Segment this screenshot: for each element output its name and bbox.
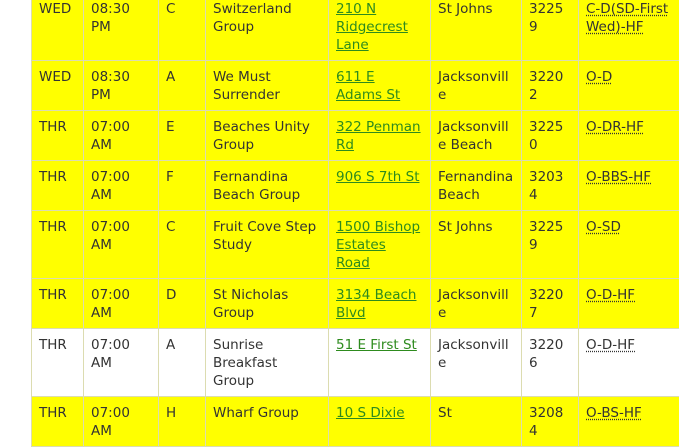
type-cell: E: [159, 111, 206, 161]
codes-cell: O-BS-HF: [579, 397, 679, 447]
zip-cell: 32207: [522, 279, 579, 329]
time-cell: 07:00 AM: [84, 329, 159, 397]
codes-cell: O-D: [579, 61, 679, 111]
group-name-cell: Switzerland Group: [206, 0, 329, 61]
address-link[interactable]: 210 N Ridgecrest Lane: [336, 1, 408, 53]
city-cell: Jacksonville: [431, 329, 522, 397]
time-cell: 07:00 AM: [84, 111, 159, 161]
meeting-row: WED08:30 PMCSwitzerland Group210 N Ridge…: [32, 0, 679, 61]
meeting-table: WED08:30 PMCSwitzerland Group210 N Ridge…: [31, 0, 679, 447]
meeting-table-container: WED08:30 PMCSwitzerland Group210 N Ridge…: [31, 0, 679, 447]
meeting-codes[interactable]: O-D: [586, 69, 612, 85]
time-cell: 08:30 PM: [84, 61, 159, 111]
time-cell: 07:00 AM: [84, 279, 159, 329]
meeting-codes[interactable]: O-D-HF: [586, 337, 635, 353]
day-cell: THR: [32, 211, 84, 279]
meeting-row: THR07:00 AMFFernandina Beach Group 906 S …: [32, 161, 679, 211]
meeting-codes[interactable]: O-BBS-HF: [586, 169, 651, 185]
codes-cell: C-D(SD-First Wed)-HF: [579, 0, 679, 61]
meeting-codes[interactable]: O-SD: [586, 219, 621, 235]
address-cell: 1500 Bishop Estates Road: [329, 211, 431, 279]
address-link[interactable]: 3134 Beach Blvd: [336, 287, 416, 321]
zip-cell: 32034: [522, 161, 579, 211]
group-name-cell: Fruit Cove Step Study: [206, 211, 329, 279]
address-link[interactable]: 1500 Bishop Estates Road: [336, 219, 420, 271]
codes-cell: O-DR-HF: [579, 111, 679, 161]
zip-cell: 32259: [522, 211, 579, 279]
day-cell: WED: [32, 61, 84, 111]
type-cell: A: [159, 61, 206, 111]
address-cell: 210 N Ridgecrest Lane: [329, 0, 431, 61]
city-cell: Jacksonville: [431, 61, 522, 111]
group-name-cell: Wharf Group: [206, 397, 329, 447]
address-link[interactable]: 51 E First St: [336, 337, 417, 353]
address-link[interactable]: 322 Penman Rd: [336, 119, 421, 153]
city-cell: St Johns: [431, 211, 522, 279]
city-cell: Fernandina Beach: [431, 161, 522, 211]
day-cell: WED: [32, 0, 84, 61]
city-cell: Jacksonville: [431, 279, 522, 329]
group-name-cell: We Must Surrender: [206, 61, 329, 111]
group-name-cell: Sunrise Breakfast Group: [206, 329, 329, 397]
day-cell: THR: [32, 111, 84, 161]
zip-cell: 32250: [522, 111, 579, 161]
group-name-cell: Beaches Unity Group: [206, 111, 329, 161]
zip-cell: 32084: [522, 397, 579, 447]
zip-cell: 32259: [522, 0, 579, 61]
type-cell: C: [159, 211, 206, 279]
address-cell: 3134 Beach Blvd: [329, 279, 431, 329]
day-cell: THR: [32, 279, 84, 329]
meeting-codes[interactable]: O-DR-HF: [586, 119, 644, 135]
day-cell: THR: [32, 397, 84, 447]
meeting-codes[interactable]: C-D(SD-First Wed)-HF: [586, 1, 668, 35]
group-name-cell: Fernandina Beach Group: [206, 161, 329, 211]
codes-cell: O-BBS-HF: [579, 161, 679, 211]
city-cell: Jacksonville Beach: [431, 111, 522, 161]
time-cell: 07:00 AM: [84, 211, 159, 279]
type-cell: D: [159, 279, 206, 329]
day-cell: THR: [32, 161, 84, 211]
zip-cell: 32206: [522, 329, 579, 397]
type-cell: H: [159, 397, 206, 447]
meeting-row: THR07:00 AMASunrise Breakfast Group 51 E …: [32, 329, 679, 397]
meeting-row: THR07:00 AMDSt Nicholas Group3134 Beach …: [32, 279, 679, 329]
city-cell: St Johns: [431, 0, 522, 61]
codes-cell: O-SD: [579, 211, 679, 279]
group-name-cell: St Nicholas Group: [206, 279, 329, 329]
meeting-codes[interactable]: O-D-HF: [586, 287, 635, 303]
city-cell: St: [431, 397, 522, 447]
address-cell: 322 Penman Rd: [329, 111, 431, 161]
time-cell: 08:30 PM: [84, 0, 159, 61]
meeting-row: THR07:00 AMHWharf Group 10 S Dixie St32084…: [32, 397, 679, 447]
codes-cell: O-D-HF: [579, 279, 679, 329]
meeting-codes[interactable]: O-BS-HF: [586, 405, 642, 421]
address-link[interactable]: 906 S 7th St: [336, 169, 420, 185]
meeting-row: THR07:00 AMCFruit Cove Step Study1500 Bi…: [32, 211, 679, 279]
type-cell: A: [159, 329, 206, 397]
meeting-row: WED08:30 PMAWe Must Surrender611 E Adams…: [32, 61, 679, 111]
time-cell: 07:00 AM: [84, 161, 159, 211]
meeting-row: THR07:00 AMEBeaches Unity Group322 Penma…: [32, 111, 679, 161]
day-cell: THR: [32, 329, 84, 397]
type-cell: C: [159, 0, 206, 61]
time-cell: 07:00 AM: [84, 397, 159, 447]
address-link[interactable]: 10 S Dixie: [336, 405, 405, 421]
address-cell: 906 S 7th St: [329, 161, 431, 211]
address-cell: 611 E Adams St: [329, 61, 431, 111]
type-cell: F: [159, 161, 206, 211]
codes-cell: O-D-HF: [579, 329, 679, 397]
address-link[interactable]: 611 E Adams St: [336, 69, 400, 103]
address-cell: 51 E First St: [329, 329, 431, 397]
zip-cell: 32202: [522, 61, 579, 111]
address-cell: 10 S Dixie: [329, 397, 431, 447]
